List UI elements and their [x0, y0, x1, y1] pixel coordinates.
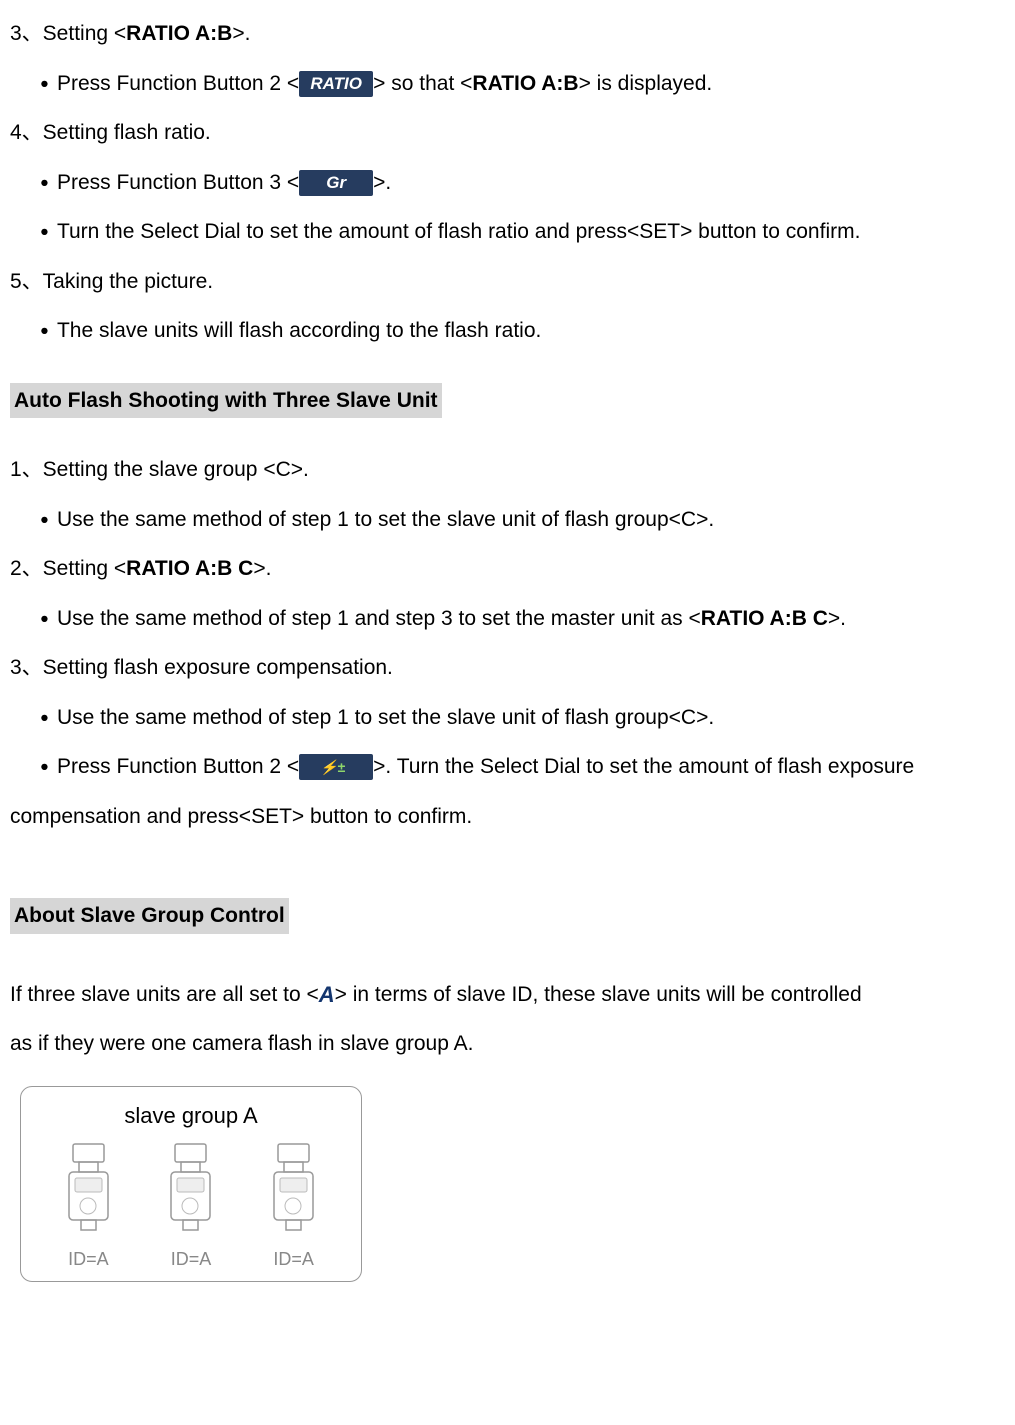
bullet-icon — [40, 607, 57, 630]
flash-id-label: ID=A — [163, 1246, 218, 1273]
document-content: 3、Setting <RATIO A:B>. Press Function Bu… — [0, 18, 1015, 1282]
text-bold: RATIO A:B C — [126, 557, 253, 580]
text: 3、Setting flash exposure compensation. — [10, 656, 393, 679]
flash-id-label: ID=A — [61, 1246, 116, 1273]
bullet-icon — [40, 706, 57, 729]
flash-unit-2: ID=A — [163, 1142, 218, 1273]
svg-text:⚡±: ⚡± — [320, 759, 345, 776]
flash-id-label: ID=A — [266, 1246, 321, 1273]
bullet-icon — [40, 508, 57, 531]
text-bold: RATIO A:B — [126, 22, 232, 45]
text: If three slave units are all set to < — [10, 982, 319, 1005]
text: >. — [232, 22, 250, 45]
a-letter-icon: A — [319, 970, 335, 1021]
text: Turn the Select Dial to set the amount o… — [57, 220, 860, 243]
text: >. — [253, 557, 271, 580]
diagram-title: slave group A — [21, 1099, 361, 1132]
text: > is displayed. — [579, 72, 713, 95]
text: 2、Setting < — [10, 557, 126, 580]
bullet-icon — [40, 755, 57, 778]
bullet-icon — [40, 171, 57, 194]
step-4-heading: 4、Setting flash ratio. — [10, 117, 1005, 149]
step-3-heading: 3、Setting <RATIO A:B>. — [10, 18, 1005, 50]
flash-icon — [61, 1142, 116, 1232]
threeslave-step-1-bullet-1: Use the same method of step 1 to set the… — [10, 504, 1005, 536]
threeslave-step-1-heading: 1、Setting the slave group <C>. — [10, 454, 1005, 486]
text: 3、Setting < — [10, 22, 126, 45]
text: > in terms of slave ID, these slave unit… — [335, 982, 862, 1005]
step-3-bullet-1: Press Function Button 2 <RATIO> so that … — [10, 68, 1005, 100]
threeslave-step-3-bullet-2: Press Function Button 2 < ⚡± >. Turn the… — [10, 751, 1005, 783]
flash-icon — [163, 1142, 218, 1232]
step-4-bullet-2: Turn the Select Dial to set the amount o… — [10, 216, 1005, 248]
text: compensation and press<SET> button to co… — [10, 805, 472, 828]
slave-group-diagram: slave group A ID=A — [20, 1086, 362, 1282]
step-5-heading: 5、Taking the picture. — [10, 266, 1005, 298]
ratio-button-icon: RATIO — [299, 71, 373, 97]
threeslave-step-2-heading: 2、Setting <RATIO A:B C>. — [10, 553, 1005, 585]
text: Use the same method of step 1 to set the… — [57, 706, 714, 729]
step-5-bullet-1: The slave units will flash according to … — [10, 315, 1005, 347]
flash-unit-1: ID=A — [61, 1142, 116, 1273]
threeslave-step-3-bullet-1: Use the same method of step 1 to set the… — [10, 702, 1005, 734]
text-bold: RATIO A:B C — [701, 607, 828, 630]
flash-icon — [266, 1142, 321, 1232]
step-4-bullet-1: Press Function Button 3 <Gr>. — [10, 167, 1005, 199]
bullet-icon — [40, 220, 57, 243]
exposure-comp-button-icon: ⚡± — [299, 754, 373, 780]
text: as if they were one camera flash in slav… — [10, 1032, 473, 1055]
text: > so that < — [373, 72, 472, 95]
text: Press Function Button 3 < — [57, 171, 299, 194]
text: The slave units will flash according to … — [57, 319, 541, 342]
text: 1、Setting the slave group <C>. — [10, 458, 309, 481]
diagram-flashes-row: ID=A ID=A — [21, 1142, 361, 1273]
text: Use the same method of step 1 and step 3… — [57, 607, 701, 630]
section-header-three-slaves: Auto Flash Shooting with Three Slave Uni… — [10, 383, 442, 419]
text: 5、Taking the picture. — [10, 270, 213, 293]
bullet-icon — [40, 319, 57, 342]
text: >. — [828, 607, 846, 630]
section-header-about-slave-group: About Slave Group Control — [10, 898, 289, 934]
text-bold: RATIO A:B — [472, 72, 578, 95]
gr-button-icon: Gr — [299, 170, 373, 196]
text: Press Function Button 2 < — [57, 72, 299, 95]
text: Use the same method of step 1 to set the… — [57, 508, 714, 531]
threeslave-step-3-continuation: compensation and press<SET> button to co… — [10, 801, 1005, 833]
text: >. Turn the Select Dial to set the amoun… — [373, 755, 914, 778]
bullet-icon — [40, 72, 57, 95]
text: >. — [373, 171, 391, 194]
about-paragraph: If three slave units are all set to <A> … — [10, 970, 1005, 1069]
text: Press Function Button 2 < — [57, 755, 299, 778]
threeslave-step-3-heading: 3、Setting flash exposure compensation. — [10, 652, 1005, 684]
text: 4、Setting flash ratio. — [10, 121, 211, 144]
flash-unit-3: ID=A — [266, 1142, 321, 1273]
threeslave-step-2-bullet-1: Use the same method of step 1 and step 3… — [10, 603, 1005, 635]
